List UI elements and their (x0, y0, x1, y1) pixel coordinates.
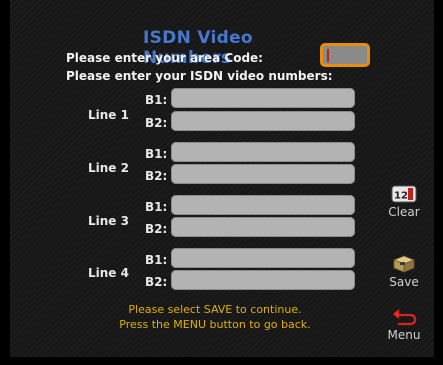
line-2-b1-field[interactable] (171, 142, 355, 162)
clear-icon: 12 (391, 185, 417, 203)
line-4-b1-label: B1: (145, 253, 168, 267)
text-cursor (327, 49, 329, 62)
line-3-label: Line 3 (88, 214, 129, 228)
clear-icon-text: 12 (394, 191, 408, 202)
line-2-b2-field[interactable] (171, 164, 355, 184)
screen-border-left (0, 0, 10, 365)
area-code-field[interactable] (320, 43, 370, 67)
line-2-b1-label: B1: (145, 147, 168, 161)
save-icon (392, 255, 416, 273)
line-1-b1-field[interactable] (171, 88, 355, 108)
line-4-b1-field[interactable] (171, 248, 355, 268)
line-3-b1-label: B1: (145, 200, 168, 214)
clear-button-label: Clear (388, 205, 420, 219)
save-button[interactable]: Save (381, 253, 427, 289)
line-4-label: Line 4 (88, 266, 129, 280)
line-4-b2-label: B2: (145, 275, 168, 289)
line-1-b2-field[interactable] (171, 111, 355, 131)
footer-instruction-save: Please select SAVE to continue. (128, 303, 302, 316)
line-3-b2-field[interactable] (171, 217, 355, 237)
menu-button-label: Menu (387, 328, 421, 342)
back-arrow-icon (392, 308, 417, 326)
screen-border-bottom (0, 357, 443, 365)
line-1-label: Line 1 (88, 108, 129, 122)
line-1-b2-label: B2: (145, 116, 168, 130)
screen-border-right (434, 0, 443, 365)
line-1-b1-label: B1: (145, 93, 168, 107)
save-button-label: Save (389, 275, 419, 289)
line-2-label: Line 2 (88, 161, 129, 175)
footer-instruction-menu: Press the MENU button to go back. (119, 318, 311, 331)
line-2-b2-label: B2: (145, 169, 168, 183)
area-code-prompt: Please enter your area Code: (66, 51, 263, 65)
line-4-b2-field[interactable] (171, 270, 355, 290)
isdn-numbers-prompt: Please enter your ISDN video numbers: (66, 69, 333, 83)
line-3-b1-field[interactable] (171, 195, 355, 215)
clear-button[interactable]: 12 Clear (381, 185, 427, 219)
screen: ISDN Video Numbers Please enter your are… (0, 0, 443, 365)
menu-button[interactable]: Menu (381, 306, 427, 342)
line-3-b2-label: B2: (145, 222, 168, 236)
